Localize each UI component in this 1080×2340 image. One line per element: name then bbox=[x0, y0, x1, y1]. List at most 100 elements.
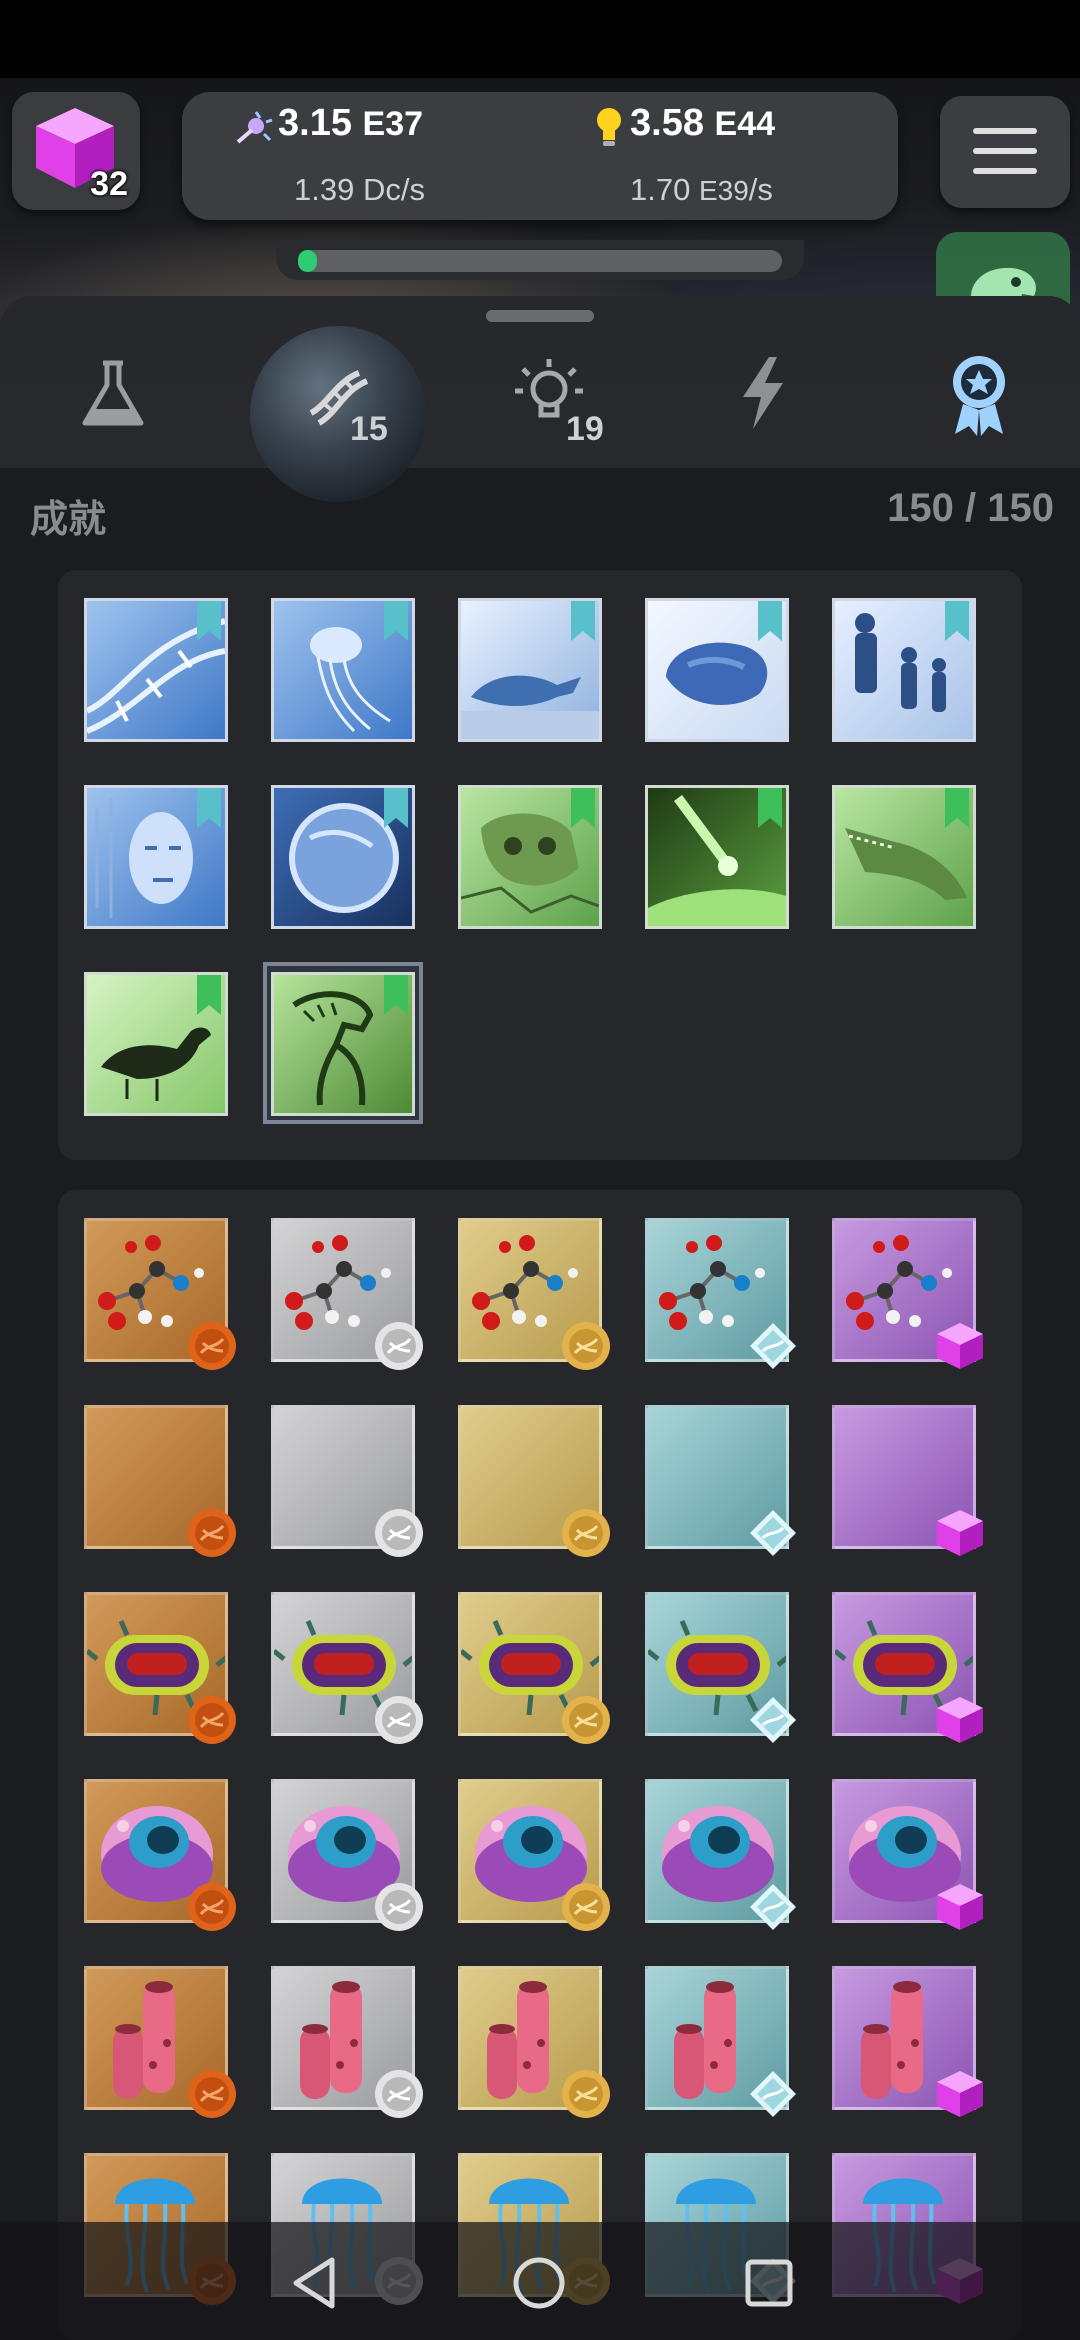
idea-value: 3.58 bbox=[630, 102, 704, 144]
jellyfish-achievement[interactable] bbox=[271, 598, 415, 742]
dna-currency-icon bbox=[236, 111, 273, 144]
t-rex-skeleton-achievement[interactable] bbox=[271, 972, 415, 1116]
silver-tier-icon bbox=[374, 1508, 424, 1558]
platinum-tier-icon bbox=[748, 1695, 798, 1745]
cube-tier-icon bbox=[937, 1884, 983, 1930]
asteroid-impact-achievement[interactable] bbox=[645, 785, 789, 929]
back-nav-icon[interactable] bbox=[280, 2248, 350, 2318]
cube-tier-icon bbox=[937, 1697, 983, 1743]
bronze-tier-icon bbox=[187, 1882, 237, 1932]
achievement-count: 150 / 150 bbox=[887, 486, 1054, 530]
molecule-cube-reward[interactable] bbox=[832, 1218, 983, 1369]
silver-tier-icon bbox=[374, 1695, 424, 1745]
bookmark-icon bbox=[197, 788, 221, 828]
sponge-platinum-reward[interactable] bbox=[645, 1966, 798, 2119]
gold-tier-icon bbox=[561, 2069, 611, 2119]
dna-resource: 3.15 E37 1.39 Dc/s bbox=[182, 92, 540, 220]
bookmark-icon bbox=[758, 601, 782, 641]
achievement-badge-icon bbox=[953, 356, 1005, 436]
dna-strand-cube-reward[interactable] bbox=[832, 1405, 983, 1556]
silver-tier-icon bbox=[374, 1321, 424, 1371]
bookmark-icon bbox=[758, 788, 782, 828]
idea-rate-suffix: /s bbox=[748, 172, 773, 207]
menu-icon-line bbox=[973, 128, 1037, 134]
bookmark-icon bbox=[197, 975, 221, 1015]
bacterium-cube-reward[interactable] bbox=[832, 1592, 983, 1743]
idea-rate-value: 1.70 bbox=[630, 172, 691, 207]
bacterium-gold-reward[interactable] bbox=[458, 1592, 611, 1745]
tab-lab[interactable] bbox=[58, 334, 168, 452]
dna-strand-silver-reward[interactable] bbox=[271, 1405, 424, 1558]
cube-counter-button[interactable]: 32 bbox=[12, 92, 140, 210]
sponge-cube-reward[interactable] bbox=[832, 1966, 983, 2117]
cell-cube-reward[interactable] bbox=[832, 1779, 983, 1930]
seabird-achievement[interactable] bbox=[84, 972, 228, 1116]
cube-tier-icon bbox=[937, 2071, 983, 2117]
recents-nav-icon[interactable] bbox=[734, 2248, 804, 2318]
cube-count: 32 bbox=[90, 165, 128, 203]
android-face-achievement[interactable] bbox=[84, 785, 228, 929]
platinum-tier-icon bbox=[748, 1321, 798, 1371]
menu-button[interactable] bbox=[940, 96, 1070, 208]
bookmark-icon bbox=[197, 601, 221, 641]
lightbulb-icon bbox=[597, 108, 621, 146]
sheet-drag-handle[interactable] bbox=[486, 310, 594, 322]
dinosaur-skull-achievement[interactable] bbox=[458, 785, 602, 929]
sponge-silver-reward[interactable] bbox=[271, 1966, 424, 2119]
frozen-earth-achievement[interactable] bbox=[271, 785, 415, 929]
dna-strand-gold-reward[interactable] bbox=[458, 1405, 611, 1558]
bacterium-bronze-reward[interactable] bbox=[84, 1592, 237, 1745]
cell-platinum-reward[interactable] bbox=[645, 1779, 798, 1932]
bacterium-silver-reward[interactable] bbox=[271, 1592, 424, 1745]
whale-achievement[interactable] bbox=[458, 598, 602, 742]
bronze-tier-icon bbox=[187, 1508, 237, 1558]
bookmark-icon bbox=[384, 788, 408, 828]
cell-silver-reward[interactable] bbox=[271, 1779, 424, 1932]
molecule-silver-reward[interactable] bbox=[271, 1218, 424, 1371]
lightning-icon bbox=[743, 357, 783, 429]
gold-tier-icon bbox=[561, 1695, 611, 1745]
bookmark-icon bbox=[945, 788, 969, 828]
crocodile-achievement[interactable] bbox=[832, 785, 976, 929]
bronze-tier-icon bbox=[187, 1695, 237, 1745]
idea-resource: 3.58 E44 1.70 E39/s bbox=[540, 92, 898, 220]
dna-strand-bronze-reward[interactable] bbox=[84, 1405, 237, 1558]
dna-helix-achievement[interactable] bbox=[84, 598, 228, 742]
sponge-gold-reward[interactable] bbox=[458, 1966, 611, 2119]
dna-value: 3.15 bbox=[278, 102, 352, 144]
section-title: 成就 bbox=[30, 499, 107, 541]
gold-tier-icon bbox=[561, 1321, 611, 1371]
molecule-platinum-reward[interactable] bbox=[645, 1218, 798, 1371]
gold-tier-icon bbox=[561, 1882, 611, 1932]
progress-container bbox=[276, 240, 804, 280]
tab-energy[interactable] bbox=[708, 334, 818, 452]
molecule-bronze-reward[interactable] bbox=[84, 1218, 237, 1371]
tab-dna[interactable]: 15 bbox=[282, 334, 392, 452]
dna-strand-platinum-reward[interactable] bbox=[645, 1405, 798, 1558]
meteorite-achievement[interactable] bbox=[645, 598, 789, 742]
platinum-tier-icon bbox=[748, 1882, 798, 1932]
platinum-tier-icon bbox=[748, 1508, 798, 1558]
cell-bronze-reward[interactable] bbox=[84, 1779, 237, 1932]
bookmark-icon bbox=[945, 601, 969, 641]
sponge-bronze-reward[interactable] bbox=[84, 1966, 237, 2119]
bookmark-icon bbox=[571, 601, 595, 641]
home-nav-icon[interactable] bbox=[504, 2248, 574, 2318]
gold-tier-icon bbox=[561, 1508, 611, 1558]
bacterium-platinum-reward[interactable] bbox=[645, 1592, 798, 1745]
dna-tab-badge: 15 bbox=[350, 410, 388, 448]
ideas-tab-badge: 19 bbox=[566, 410, 604, 448]
idea-exponent: E44 bbox=[714, 105, 776, 143]
menu-icon-line bbox=[973, 148, 1037, 154]
progress-fill bbox=[298, 250, 318, 272]
bronze-tier-icon bbox=[187, 2069, 237, 2119]
cube-tier-icon bbox=[937, 1510, 983, 1556]
platinum-tier-icon bbox=[748, 2069, 798, 2119]
bookmark-icon bbox=[384, 601, 408, 641]
molecule-gold-reward[interactable] bbox=[458, 1218, 611, 1371]
cell-gold-reward[interactable] bbox=[458, 1779, 611, 1932]
status-bar bbox=[0, 0, 1080, 78]
early-humans-achievement[interactable] bbox=[832, 598, 976, 742]
tab-achievements[interactable] bbox=[924, 334, 1034, 452]
tab-ideas[interactable]: 19 bbox=[494, 334, 604, 452]
